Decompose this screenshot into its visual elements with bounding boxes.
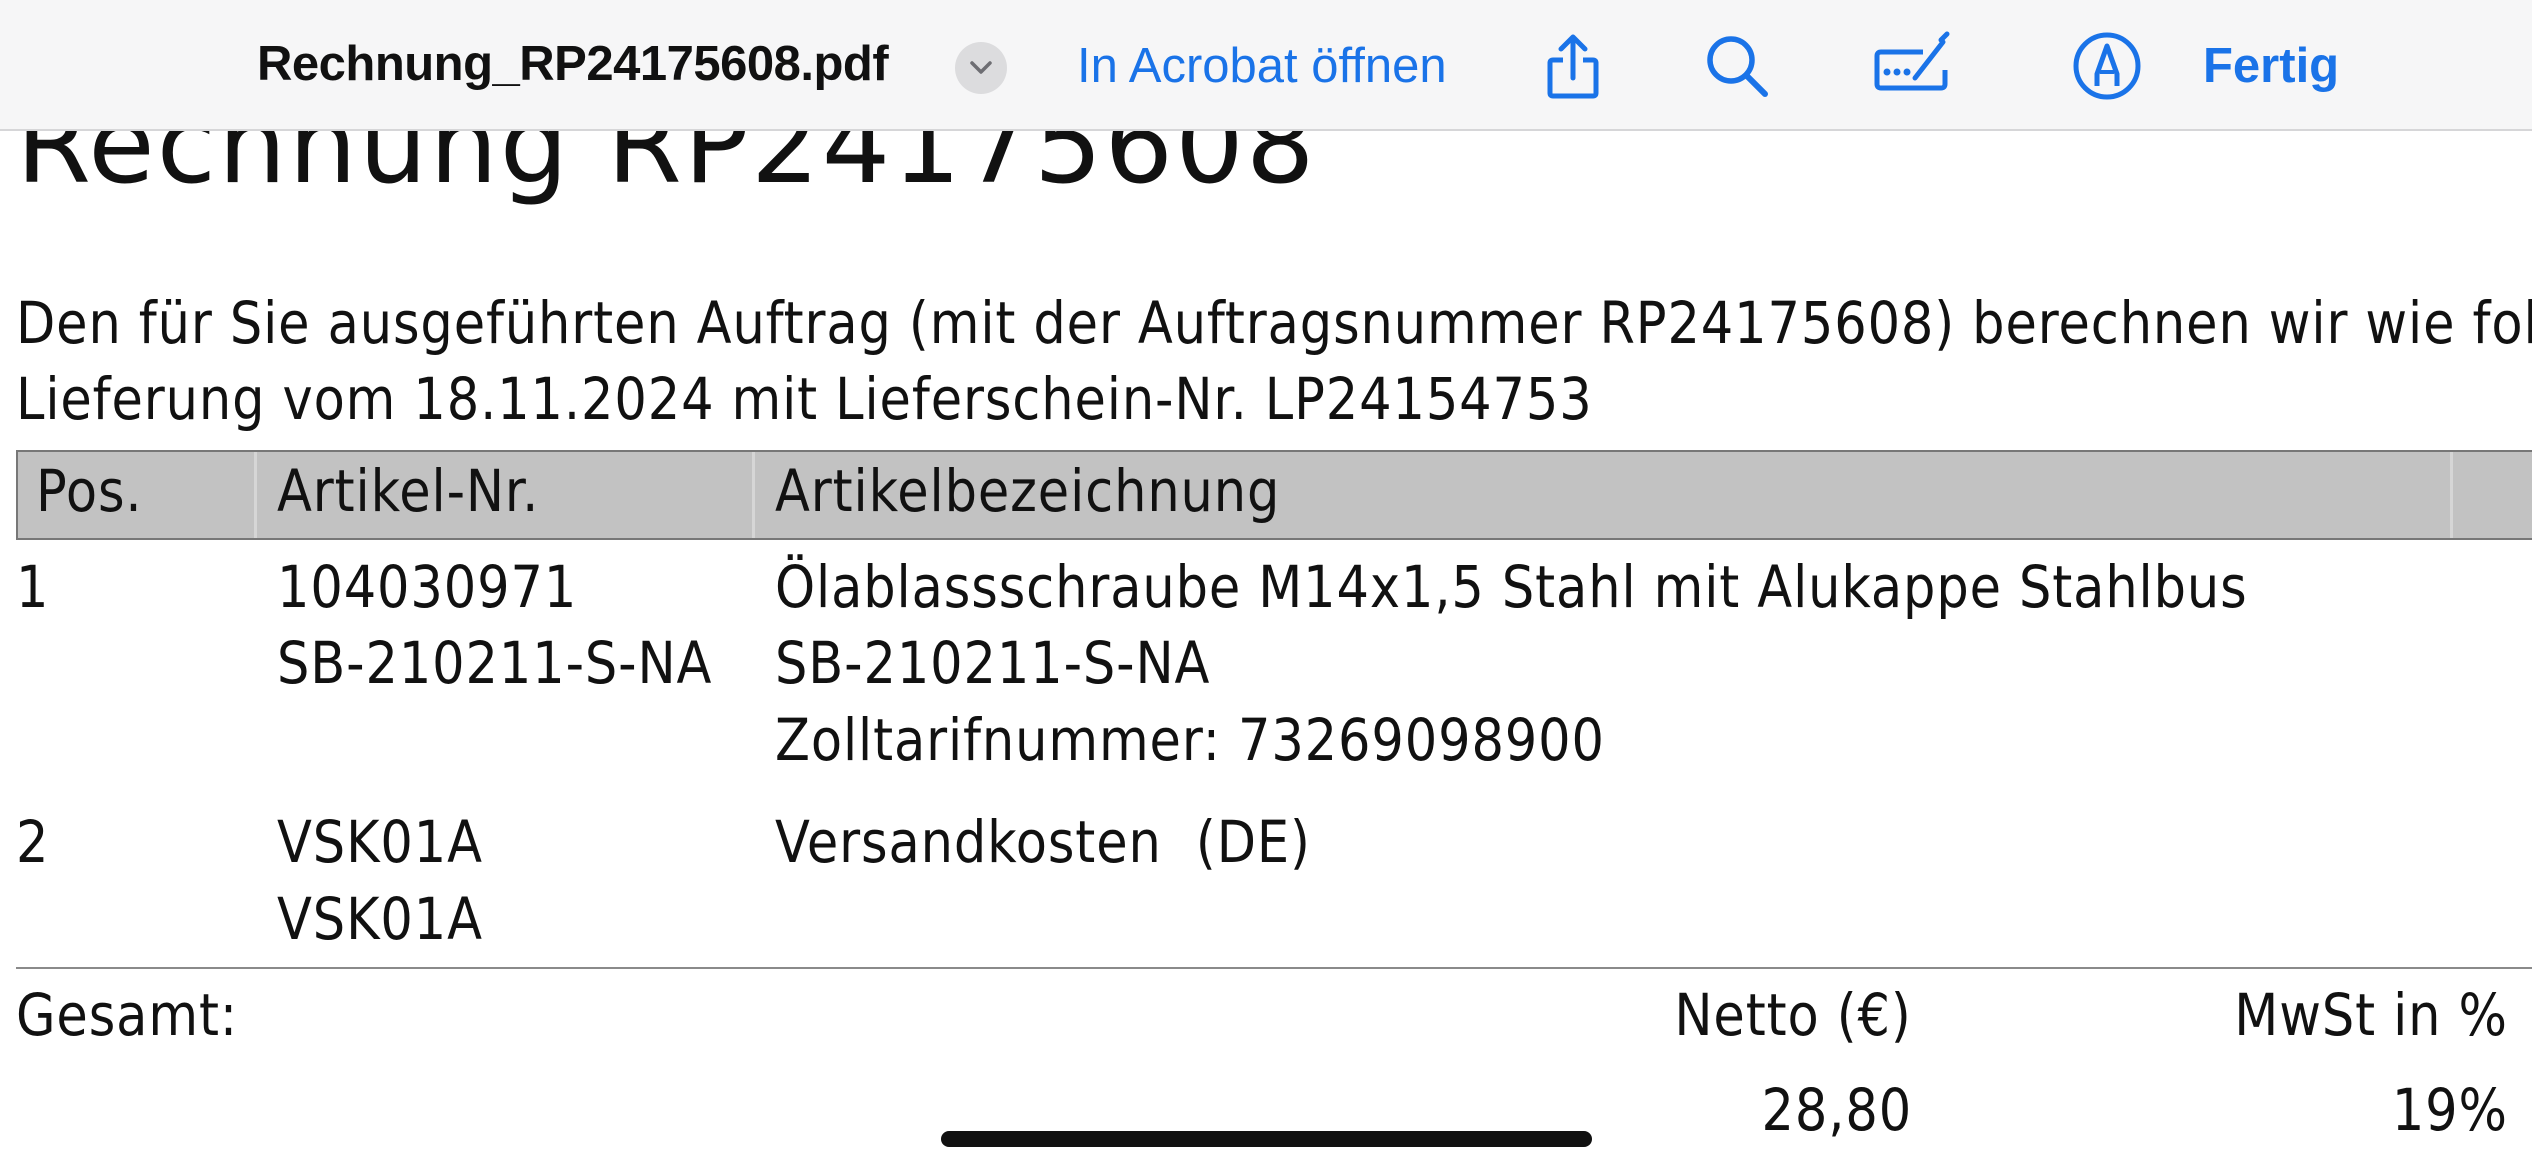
open-in-acrobat-link[interactable]: In Acrobat öffnen: [1077, 38, 1447, 94]
share-icon: [1547, 34, 1599, 99]
row-2-description: Versandkosten (DE): [775, 808, 1311, 876]
search-button[interactable]: [1697, 26, 1777, 106]
row-1-article-no-2: SB-210211-S-NA: [277, 629, 713, 697]
netto-value: 28,80: [1761, 1076, 1912, 1144]
vat-value: 19%: [2391, 1076, 2508, 1144]
search-icon: [1707, 36, 1768, 97]
row-1-description: Ölablassschraube M14x1,5 Stahl mit Aluka…: [775, 553, 2248, 621]
pdf-document-page: Rechnung RP24175608 Den für Sie ausgefüh…: [0, 131, 2532, 1170]
header-description: Artikelbezeichnung: [775, 457, 1281, 525]
row-1-article-no: 104030971: [277, 553, 578, 621]
signature-icon: [1874, 31, 1950, 91]
row-2-pos: 2: [16, 808, 50, 876]
column-divider: [254, 452, 257, 538]
share-button[interactable]: [1533, 26, 1613, 106]
pdf-viewer-toolbar: Rechnung_RP24175608.pdf In Acrobat öffne…: [0, 0, 2532, 131]
row-2-article-no-2: VSK01A: [277, 885, 483, 953]
totals-label: Gesamt:: [16, 981, 238, 1049]
delivery-info-text: Lieferung vom 18.11.2024 mit Lieferschei…: [16, 365, 1593, 433]
row-2-article-no: VSK01A: [277, 808, 483, 876]
totals-divider: [16, 967, 2532, 969]
invoice-title: Rechnung RP24175608: [16, 131, 1317, 208]
home-indicator[interactable]: [941, 1131, 1592, 1147]
markup-icon: [2073, 32, 2141, 100]
header-article-no: Artikel-Nr.: [277, 457, 540, 525]
markup-button[interactable]: [2067, 26, 2147, 106]
netto-header: Netto (€): [1674, 981, 1912, 1049]
row-1-customs-number: Zolltarifnummer: 73269098900: [775, 706, 1605, 774]
done-button[interactable]: Fertig: [2203, 38, 2339, 94]
column-divider: [2450, 452, 2453, 538]
chevron-down-icon: [970, 61, 992, 74]
title-menu-button[interactable]: [955, 42, 1007, 94]
file-name-title[interactable]: Rechnung_RP24175608.pdf: [257, 36, 889, 92]
column-divider: [752, 452, 755, 538]
invoice-intro-text: Den für Sie ausgeführten Auftrag (mit de…: [16, 289, 2532, 357]
signature-button[interactable]: [1871, 26, 1951, 106]
header-pos: Pos.: [36, 457, 143, 525]
row-1-pos: 1: [16, 553, 50, 621]
row-1-description-2: SB-210211-S-NA: [775, 629, 1211, 697]
vat-header: MwSt in %: [2234, 981, 2508, 1049]
